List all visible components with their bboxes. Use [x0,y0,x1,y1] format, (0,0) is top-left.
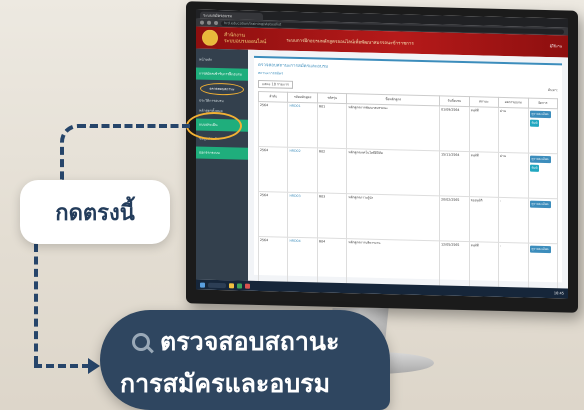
browser-tab[interactable]: ระบบสมัครอบรม [200,11,263,21]
connector-line [34,364,90,368]
browser-icon[interactable] [237,282,242,289]
back-icon[interactable] [200,20,204,25]
search-icon [132,333,150,351]
col-header[interactable]: จัดการ [528,98,558,109]
file-explorer-icon[interactable] [229,282,234,288]
click-here-label: กดตรงนี้ [20,180,170,244]
view-button[interactable]: ดูรายละเอียด [529,245,551,254]
forward-icon[interactable] [207,20,211,25]
table-row: 2564 HRD03 R03 หลักสูตรภาวะผู้นำ 20/02/2… [258,191,558,244]
arrow-icon [88,358,100,374]
course-code-link[interactable]: HRD01 [287,102,318,148]
search-label: ค้นหา: [547,88,558,93]
connector-line [60,124,94,184]
status-table: ลำดับ รหัสหลักสูตร รหัสรุ่น ชื่อหลักสูตร… [258,91,558,289]
table-row: 2564 HRD04 R04 หลักสูตรการบริหารงาน 12/0… [258,236,558,289]
course-code-link[interactable]: HRD04 [287,237,318,283]
status-panel: ตรวจสอบสถานะการสมัครและอบรม สถานะการสมัค… [254,55,562,289]
sidebar: หน้าหลัก การสมัครเข้ารับการฝึกอบรม ตรวจส… [196,48,248,281]
windows-start-icon[interactable] [200,282,205,288]
course-code-link[interactable]: HRD03 [287,192,318,238]
user-menu[interactable]: ผู้ใช้งาน [550,43,562,49]
menu-callout-text: ตรวจสอบสถานะ [160,327,340,356]
site-title: สำนักงาน ระบบอบรมออนไลน์ [224,32,267,46]
sidebar-item-status[interactable]: ตรวจสอบสถานะ [200,82,244,96]
entries-select[interactable]: แสดง 10 รายการ [258,79,293,89]
monitor: ระบบสมัครอบรม hrd.education/training/sta… [186,1,578,313]
view-button[interactable]: ดูรายละเอียด [529,200,551,209]
sidebar-item-register[interactable]: การสมัครเข้ารับการฝึกอบรม [196,67,248,81]
sidebar-item-logout[interactable]: ออกจากระบบ [196,146,248,160]
site-subtitle: ระบบการฝึกอบรมหลักสูตรออนไลน์เพื่อพัฒนาส… [286,38,414,47]
connector-line [34,244,38,364]
table-row: 2564 HRD01 R01 หลักสูตรการพัฒนาสมรรถนะ 0… [258,101,558,154]
reload-icon[interactable] [214,20,218,25]
site-logo [202,29,218,46]
taskbar-search[interactable] [208,282,226,288]
col-header[interactable]: ผลการอบรม [498,97,528,109]
print-button[interactable]: พิมพ์ [529,164,540,172]
menu-callout-line2: การสมัครและอบรม [120,369,331,398]
screen: ระบบสมัครอบรม hrd.education/training/sta… [196,9,568,299]
highlight-ring [186,112,242,140]
course-code-link[interactable]: HRD02 [287,147,318,193]
view-button[interactable]: ดูรายละเอียด [529,155,551,164]
main-content: ตรวจสอบสถานะการสมัครและอบรม สถานะการสมัค… [248,49,568,289]
app-icon[interactable] [245,283,250,289]
connector-line [90,124,190,128]
print-button[interactable]: พิมพ์ [529,119,540,127]
table-row: 2564 HRD02 R02 หลักสูตรเทคโนโลยีดิจิทัล … [258,146,558,199]
view-button[interactable]: ดูรายละเอียด [529,110,551,119]
menu-callout-line1: ตรวจสอบสถานะ [132,322,339,362]
col-header[interactable]: สถานะ [469,96,499,108]
clock: 10:45 [553,291,564,296]
sidebar-item-home[interactable]: หน้าหลัก [196,54,248,65]
